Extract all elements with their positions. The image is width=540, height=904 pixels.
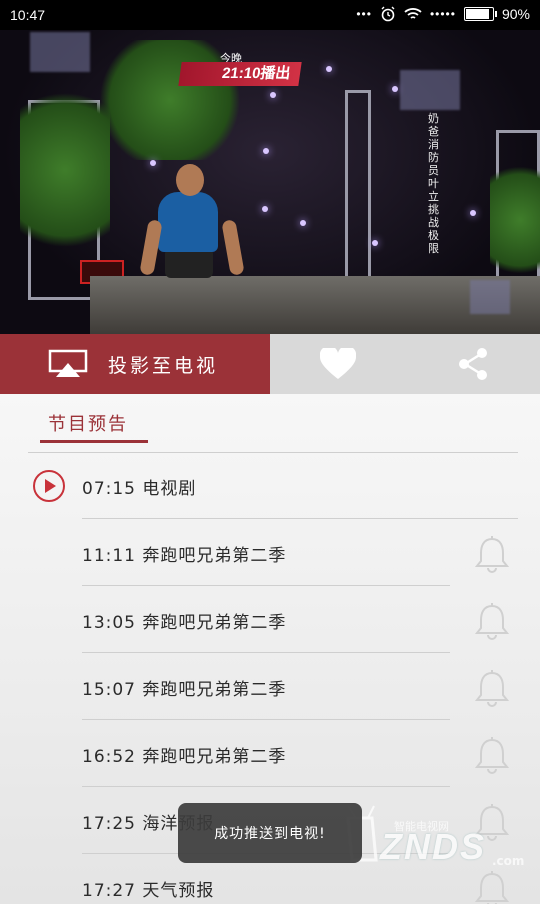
- heart-icon: [319, 348, 356, 379]
- battery-percent: 90%: [501, 6, 530, 22]
- cast-label: 投影至电视: [108, 354, 219, 377]
- wifi-icon: [404, 8, 422, 19]
- watermark-suffix: .com: [492, 854, 525, 868]
- status-icons: ••• ••••• 90%: [356, 6, 530, 22]
- schedule-row-label: 11:11 奔跑吧兄弟第二季: [82, 546, 287, 566]
- action-bar: 投影至电视: [0, 334, 540, 394]
- battery-icon: [463, 7, 497, 21]
- share-icon: [458, 348, 487, 380]
- athlete: [221, 219, 245, 276]
- athlete: [158, 192, 218, 252]
- schedule-row-label: 15:07 奔跑吧兄弟第二季: [82, 680, 287, 700]
- bell-icon[interactable]: [474, 736, 510, 774]
- stage-light: [263, 148, 269, 154]
- stage-truss: [345, 90, 371, 280]
- bell-icon[interactable]: [474, 870, 510, 904]
- corner-logo-blur: [470, 280, 510, 314]
- watermark-main-text: ZNDS: [380, 826, 486, 867]
- schedule-row-label: 07:15 电视剧: [82, 479, 197, 499]
- share-button[interactable]: [405, 334, 540, 394]
- airplay-icon: [48, 349, 88, 379]
- schedule-row[interactable]: 13:05 奔跑吧兄弟第二季: [0, 586, 540, 653]
- program-logo-blur: [400, 70, 460, 110]
- toast-message: 成功推送到电视!: [178, 803, 362, 863]
- schedule-row[interactable]: 15:07 奔跑吧兄弟第二季: [0, 653, 540, 720]
- airtime-banner: 21:10播出: [178, 62, 302, 86]
- status-bar: 10:47 ••• ••••• 90%: [0, 0, 540, 30]
- bell-icon[interactable]: [474, 535, 510, 573]
- stage-light: [270, 92, 276, 98]
- stage-light: [262, 206, 268, 212]
- alarm-icon: [381, 6, 395, 22]
- stage-light: [300, 220, 306, 226]
- schedule-row-label: 16:52 奔跑吧兄弟第二季: [82, 747, 287, 767]
- play-icon[interactable]: [33, 470, 65, 502]
- schedule-row-label: 17:27 天气预报: [82, 881, 215, 901]
- stage-light: [326, 66, 332, 72]
- favorite-button[interactable]: [270, 334, 405, 394]
- schedule-row-label: 13:05 奔跑吧兄弟第二季: [82, 613, 287, 633]
- cast-to-tv-button[interactable]: 投影至电视: [0, 334, 270, 394]
- athlete: [176, 164, 204, 196]
- athlete: [165, 248, 213, 278]
- schedule-row[interactable]: 16:52 奔跑吧兄弟第二季: [0, 720, 540, 787]
- schedule-title-underline: [40, 440, 148, 443]
- znds-watermark: 智能电视网 ZNDS .com: [342, 800, 540, 874]
- signal-strength-icon: •••••: [429, 7, 456, 21]
- stage-light: [372, 240, 378, 246]
- stage-light: [150, 160, 156, 166]
- stage-light: [392, 86, 398, 92]
- video-player[interactable]: 今晚 21:10播出 奶爸消防员叶立挑战极限: [0, 30, 540, 334]
- bell-icon[interactable]: [474, 669, 510, 707]
- stage-light: [470, 210, 476, 216]
- video-side-caption: 奶爸消防员叶立挑战极限: [428, 112, 439, 255]
- schedule-row-current[interactable]: 07:15 电视剧: [0, 452, 540, 519]
- bell-icon[interactable]: [474, 602, 510, 640]
- schedule-title: 节目预告: [48, 414, 128, 435]
- vine-decoration: [20, 70, 110, 270]
- channel-logo-blur: [30, 32, 90, 72]
- status-time: 10:47: [10, 7, 46, 23]
- schedule-row[interactable]: 11:11 奔跑吧兄弟第二季: [0, 519, 540, 586]
- vine-decoration: [490, 150, 540, 290]
- signal-dots-icon: •••: [356, 7, 372, 21]
